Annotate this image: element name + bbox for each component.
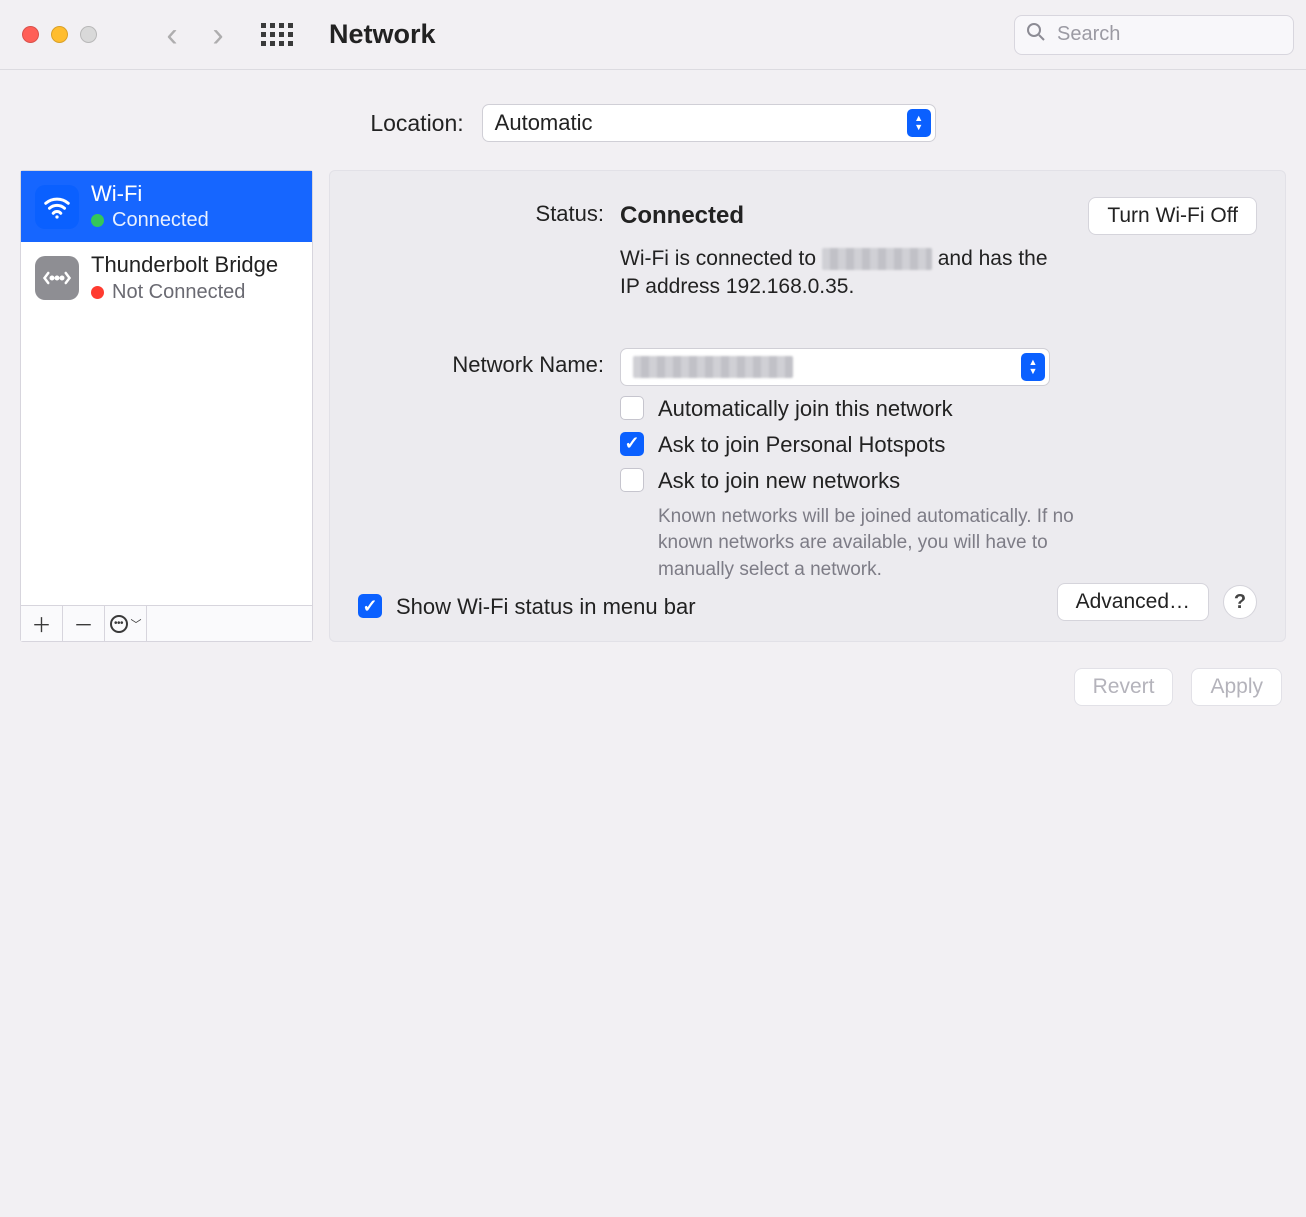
- service-name: Thunderbolt Bridge: [91, 252, 278, 278]
- location-dropdown[interactable]: Automatic: [482, 104, 936, 142]
- checkbox-icon: [358, 594, 382, 618]
- personal-hotspots-checkbox[interactable]: Ask to join Personal Hotspots: [620, 432, 1257, 458]
- ssid-redacted: [822, 248, 932, 270]
- ip-address: 192.168.0.35: [726, 275, 849, 298]
- minimize-window-button[interactable]: [51, 26, 68, 43]
- checkbox-icon: [620, 468, 644, 492]
- status-dot-icon: [91, 286, 104, 299]
- add-service-button[interactable]: ＋: [21, 606, 63, 641]
- stepper-icon: [907, 109, 931, 137]
- plus-icon: ＋: [32, 609, 52, 638]
- toolbar: ‹ › Network: [0, 0, 1306, 70]
- location-row: Location: Automatic: [0, 70, 1306, 170]
- help-button[interactable]: ?: [1223, 585, 1257, 619]
- network-name-dropdown[interactable]: [620, 348, 1050, 386]
- advanced-button[interactable]: Advanced…: [1057, 583, 1209, 621]
- join-new-networks-checkbox[interactable]: Ask to join new networks: [620, 468, 1257, 494]
- status-desc-text: and has the: [938, 247, 1048, 270]
- footer: Revert Apply: [0, 642, 1306, 732]
- remove-service-button[interactable]: －: [63, 606, 105, 641]
- search-field-wrap: [1014, 15, 1294, 55]
- question-icon: ?: [1234, 591, 1246, 614]
- wifi-icon: [35, 185, 79, 229]
- chevron-down-icon: ﹀: [131, 616, 142, 632]
- checkbox-icon: [620, 396, 644, 420]
- revert-button[interactable]: Revert: [1074, 668, 1174, 706]
- sidebar-item-wifi[interactable]: Wi-Fi Connected: [21, 171, 312, 242]
- checkbox-label: Automatically join this network: [658, 396, 953, 422]
- service-actions-menu[interactable]: ••• ﹀: [105, 606, 147, 641]
- chevron-right-icon: ›: [212, 18, 223, 52]
- service-sidebar: Wi-Fi Connected Thunderbolt Bridge: [20, 170, 313, 642]
- ellipsis-icon: •••: [110, 615, 128, 633]
- network-name-label: Network Name:: [358, 348, 604, 378]
- detail-panel: Status: Connected Turn Wi-Fi Off Wi-Fi i…: [329, 170, 1286, 642]
- checkbox-label: Show Wi-Fi status in menu bar: [396, 594, 696, 620]
- zoom-window-button[interactable]: [80, 26, 97, 43]
- sidebar-item-thunderbolt[interactable]: Thunderbolt Bridge Not Connected: [21, 242, 312, 313]
- search-icon: [1026, 22, 1046, 48]
- status-description: Wi-Fi is connected to and has the IP add…: [620, 245, 1257, 302]
- minus-icon: －: [74, 609, 94, 638]
- checkbox-label: Ask to join new networks: [658, 468, 900, 494]
- service-name: Wi-Fi: [91, 181, 209, 207]
- window-controls: [22, 26, 97, 43]
- sidebar-toolbar: ＋ － ••• ﹀: [21, 605, 312, 641]
- status-label: Status:: [358, 197, 604, 227]
- status-desc-text: IP address: [620, 275, 726, 298]
- stepper-icon: [1021, 353, 1045, 381]
- network-name-redacted: [633, 356, 793, 378]
- menubar-status-checkbox[interactable]: Show Wi-Fi status in menu bar: [358, 594, 696, 620]
- close-window-button[interactable]: [22, 26, 39, 43]
- checkbox-label: Ask to join Personal Hotspots: [658, 432, 945, 458]
- thunderbolt-bridge-icon: [35, 256, 79, 300]
- forward-button[interactable]: ›: [201, 18, 235, 52]
- service-list: Wi-Fi Connected Thunderbolt Bridge: [21, 171, 312, 605]
- search-input[interactable]: [1014, 15, 1294, 55]
- status-desc-text: Wi-Fi is connected to: [620, 247, 822, 270]
- status-dot-icon: [91, 214, 104, 227]
- service-status: Not Connected: [112, 281, 245, 304]
- service-status: Connected: [112, 209, 209, 232]
- back-button[interactable]: ‹: [155, 18, 189, 52]
- chevron-left-icon: ‹: [166, 18, 177, 52]
- location-label: Location:: [370, 110, 463, 137]
- apply-button[interactable]: Apply: [1191, 668, 1282, 706]
- page-title: Network: [329, 19, 436, 50]
- wifi-toggle-button[interactable]: Turn Wi-Fi Off: [1088, 197, 1257, 235]
- show-all-prefs-button[interactable]: [261, 23, 293, 46]
- auto-join-checkbox[interactable]: Automatically join this network: [620, 396, 1257, 422]
- join-networks-hint: Known networks will be joined automatica…: [658, 504, 1098, 584]
- checkbox-icon: [620, 432, 644, 456]
- location-value: Automatic: [495, 110, 593, 136]
- status-desc-text: .: [848, 275, 854, 298]
- status-value: Connected: [620, 202, 744, 230]
